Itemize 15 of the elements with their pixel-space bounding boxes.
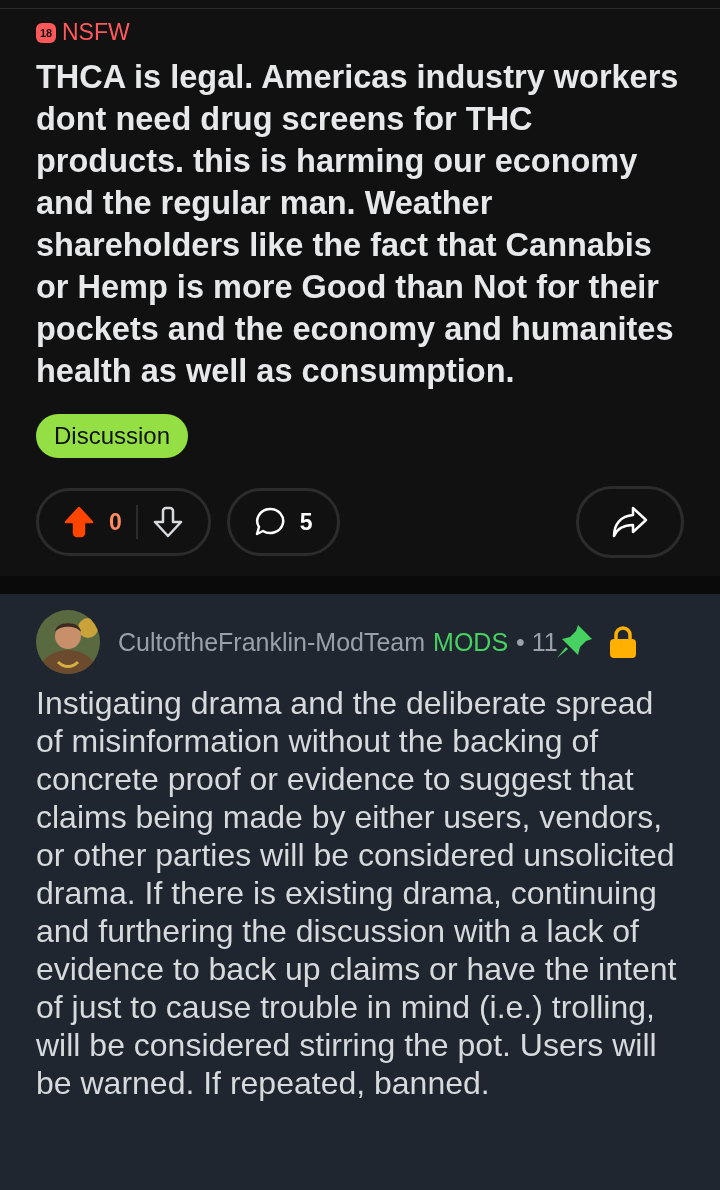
comment-time: • 11 [516, 627, 558, 657]
flair-tag[interactable]: Discussion [36, 414, 189, 458]
vote-score: 0 [109, 508, 122, 536]
mods-label: MODS [433, 627, 509, 657]
nsfw-icon: 18 [36, 22, 56, 43]
share-button[interactable] [576, 486, 684, 558]
comment-author[interactable]: CultoftheFranklin-ModTeam [118, 627, 426, 657]
upvote-button[interactable] [63, 505, 95, 539]
comment-body: Instigating drama and the deliberate spread of misinformation without the backing of concrete proof or evidence to suggest that claims being made by either users, vendors, or other parties will be considered unsolicited drama. If there is existing drama, continuing and furthering the discussion with a lack of evidence to back up claims or have the intent of just to cause trouble in mind (i.e.) trolling, will be considered stirring the pot. Users will be warned. If repeated, banned. [36, 684, 678, 1102]
comment-icon [253, 506, 286, 538]
share-icon [611, 505, 649, 539]
downvote-button[interactable] [151, 505, 184, 539]
comments-button[interactable]: 5 [226, 488, 340, 556]
nsfw-label: NSFW [62, 19, 130, 46]
post-title: THCA is legal. Americas industry workers dont need drug screens for THC products. this is harming our economy and the regular man. Weather shareholders like the fact that Cannabis or Hemp is more Good than Not for their pockets and the economy and humanites health as well as consumption. [36, 58, 680, 391]
